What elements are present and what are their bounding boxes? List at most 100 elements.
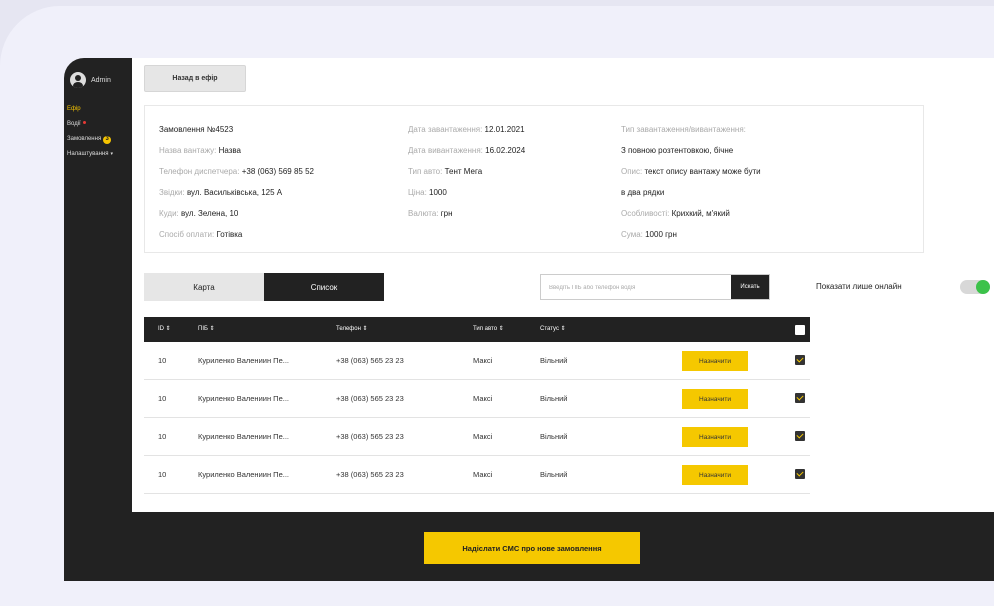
- orders-count-badge: 3: [103, 135, 112, 144]
- field-label: Назва вантажу:: [159, 146, 217, 155]
- cell-phone: +38 (063) 565 23 23: [336, 394, 404, 403]
- cell-name: Куриленко Валениин Пе...: [198, 432, 289, 441]
- description-row: Опис: текст опису вантажу може бути: [621, 161, 761, 182]
- payment-row: Спосіб оплати: Готівка: [159, 224, 314, 245]
- features-row: Особливості: Крихкий, м'який: [621, 203, 761, 224]
- sidebar-item-label: Ефір: [67, 106, 81, 112]
- user-avatar-icon: [70, 72, 86, 88]
- sidebar-item-settings[interactable]: Налаштування ▾: [67, 147, 113, 162]
- field-value: Крихкий, м'який: [671, 209, 730, 218]
- order-details-card: Замовлення №4523 Назва вантажу: Назва Те…: [144, 105, 924, 253]
- app-window: Admin Ефір Водії Замовлення 3 Налаштуван…: [64, 58, 994, 581]
- notification-dot-icon: [82, 120, 86, 124]
- field-label: Опис:: [621, 167, 643, 176]
- field-label: Дата завантаження:: [408, 125, 483, 134]
- field-label: Спосіб оплати:: [159, 230, 215, 239]
- search-input[interactable]: [547, 279, 711, 297]
- sidebar-nav: Ефір Водії Замовлення 3 Налаштування ▾: [67, 102, 113, 162]
- user-name: Admin: [91, 76, 111, 84]
- cell-status: Вільний: [540, 356, 568, 365]
- row-checkbox[interactable]: [795, 355, 805, 365]
- cell-id: 10: [158, 356, 167, 365]
- cell-id: 10: [158, 394, 167, 403]
- field-value: Назва: [218, 146, 242, 155]
- field-label: Куди:: [159, 209, 179, 218]
- order-column-1: Замовлення №4523 Назва вантажу: Назва Те…: [159, 119, 314, 245]
- drivers-table: ID ⇕ ПІБ ⇕ Телефон ⇕ Тип авто ⇕ Статус ⇕…: [144, 317, 810, 494]
- assign-button[interactable]: Назначити: [682, 351, 748, 371]
- field-label: Звідки:: [159, 188, 185, 197]
- field-value: +38 (063) 569 85 52: [241, 167, 314, 176]
- tab-map[interactable]: Карта: [144, 273, 264, 301]
- main-content: Назад в ефір Замовлення №4523 Назва вант…: [132, 58, 994, 581]
- sum-row: Сума: 1000 грн: [621, 224, 761, 245]
- price-row: Ціна: 1000: [408, 182, 525, 203]
- vehicle-type-row: Тип авто: Тент Мега: [408, 161, 525, 182]
- from-row: Звідки: вул. Васильківська, 125 А: [159, 182, 314, 203]
- search-button[interactable]: Искать: [731, 275, 769, 299]
- table-row: 10 Куриленко Валениин Пе... +38 (063) 56…: [144, 342, 810, 380]
- column-header-vehicle[interactable]: Тип авто ⇕: [473, 317, 504, 342]
- sidebar-item-orders[interactable]: Замовлення 3: [67, 132, 113, 147]
- loading-date-row: Дата завантаження: 12.01.2021: [408, 119, 525, 140]
- cell-vehicle: Максі: [473, 356, 493, 365]
- field-label: Сума:: [621, 230, 643, 239]
- online-only-label: Показати лише онлайн: [816, 282, 902, 291]
- description-row-2: в два рядки: [621, 182, 761, 203]
- field-value: грн: [440, 209, 453, 218]
- to-row: Куди: вул. Зелена, 10: [159, 203, 314, 224]
- cell-status: Вільний: [540, 394, 568, 403]
- column-header-id[interactable]: ID ⇕: [158, 317, 171, 342]
- assign-button[interactable]: Назначити: [682, 389, 748, 409]
- cargo-name-row: Назва вантажу: Назва: [159, 140, 314, 161]
- cell-status: Вільний: [540, 432, 568, 441]
- table-row: 10 Куриленко Валениин Пе... +38 (063) 56…: [144, 456, 810, 494]
- currency-row: Валюта: грн: [408, 203, 525, 224]
- chevron-down-icon: ▾: [110, 151, 113, 157]
- column-header-status[interactable]: Статус ⇕: [540, 317, 566, 342]
- column-header-name[interactable]: ПІБ ⇕: [198, 317, 215, 342]
- field-label: Дата вивантаження:: [408, 146, 483, 155]
- load-type-label-row: Тип завантаження/вивантаження:: [621, 119, 761, 140]
- row-checkbox[interactable]: [795, 431, 805, 441]
- column-header-phone[interactable]: Телефон ⇕: [336, 317, 368, 342]
- field-label: Телефон диспетчера:: [159, 167, 240, 176]
- table-header: ID ⇕ ПІБ ⇕ Телефон ⇕ Тип авто ⇕ Статус ⇕: [144, 317, 810, 342]
- cell-vehicle: Максі: [473, 470, 493, 479]
- cell-phone: +38 (063) 565 23 23: [336, 356, 404, 365]
- field-value: вул. Васильківська, 125 А: [186, 188, 283, 197]
- send-sms-button[interactable]: Надіслати СМС про нове замовлення: [424, 532, 640, 564]
- tab-list[interactable]: Список: [264, 273, 384, 301]
- cell-vehicle: Максі: [473, 394, 493, 403]
- sidebar-item-drivers[interactable]: Водії: [67, 117, 113, 132]
- table-row: 10 Куриленко Валениин Пе... +38 (063) 56…: [144, 418, 810, 456]
- load-type-row: З повною розтентовкою, бічне: [621, 140, 761, 161]
- footer-bar: Надіслати СМС про нове замовлення: [64, 512, 994, 581]
- field-label: Валюта:: [408, 209, 439, 218]
- cell-phone: +38 (063) 565 23 23: [336, 432, 404, 441]
- field-label: Тип завантаження/вивантаження:: [621, 125, 746, 134]
- field-value: 1000 грн: [645, 230, 677, 239]
- assign-button[interactable]: Назначити: [682, 427, 748, 447]
- sidebar-item-air[interactable]: Ефір: [67, 102, 113, 117]
- field-value: З повною розтентовкою, бічне: [621, 146, 734, 155]
- sidebar-item-label: Замовлення: [67, 136, 102, 142]
- online-only-toggle[interactable]: [960, 280, 990, 294]
- row-checkbox[interactable]: [795, 393, 805, 403]
- field-value: Готівка: [216, 230, 243, 239]
- field-value: 16.02.2024: [485, 146, 526, 155]
- field-value: Тент Мега: [444, 167, 483, 176]
- unloading-date-row: Дата вивантаження: 16.02.2024: [408, 140, 525, 161]
- cell-name: Куриленко Валениин Пе...: [198, 394, 289, 403]
- user-profile[interactable]: Admin: [70, 72, 111, 88]
- order-title: Замовлення №4523: [159, 125, 234, 134]
- cell-vehicle: Максі: [473, 432, 493, 441]
- order-column-2: Дата завантаження: 12.01.2021 Дата виван…: [408, 119, 525, 224]
- view-toggle: Карта Список: [144, 273, 384, 301]
- row-checkbox[interactable]: [795, 469, 805, 479]
- select-all-checkbox[interactable]: [795, 325, 805, 335]
- cell-phone: +38 (063) 565 23 23: [336, 470, 404, 479]
- assign-button[interactable]: Назначити: [682, 465, 748, 485]
- field-value: 12.01.2021: [484, 125, 525, 134]
- back-to-air-button[interactable]: Назад в ефір: [144, 65, 246, 92]
